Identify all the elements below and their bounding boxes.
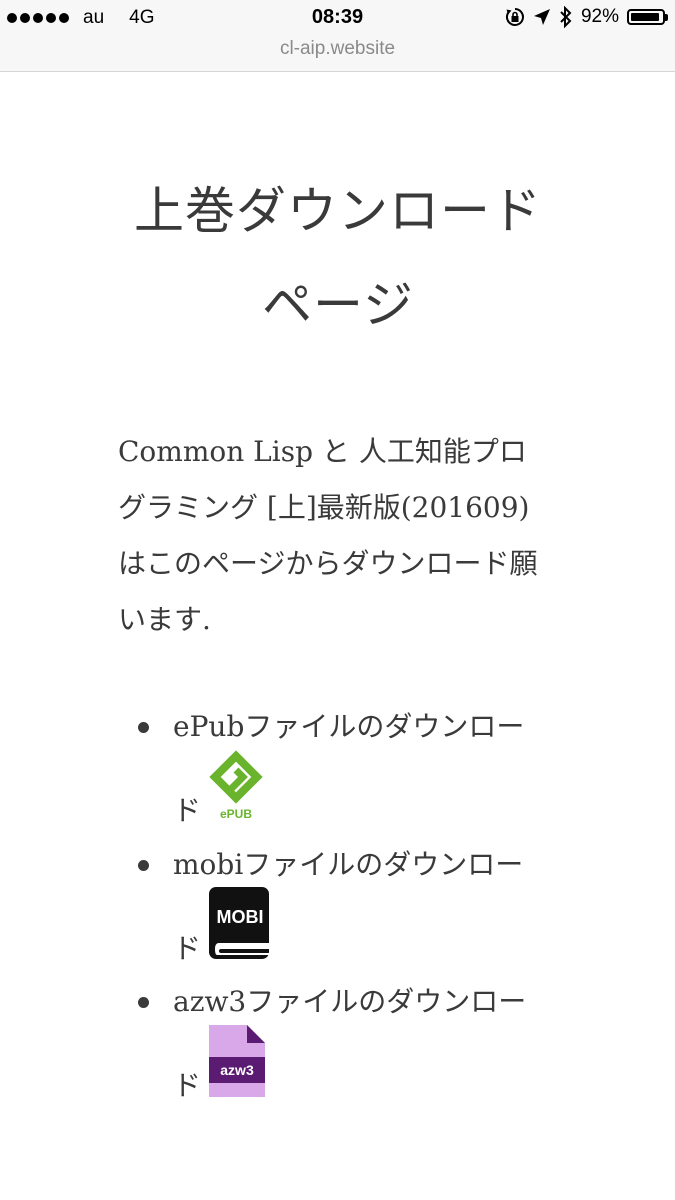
download-label-epub[interactable]: ePubファイルのダウンロー — [173, 710, 548, 744]
battery-fill — [631, 13, 659, 21]
bullet — [138, 859, 149, 871]
download-list: ePubファイルのダウンロー ド ePUB mobiファイルのダウンロー ド M… — [118, 710, 558, 1102]
status-right: 92% — [505, 6, 668, 28]
page-title: 上巻ダウンロード ページ — [98, 164, 578, 352]
epub-icon[interactable]: ePUB — [209, 748, 263, 824]
download-label-azw3[interactable]: azw3ファイルのダウンロー — [173, 985, 548, 1019]
rotation-lock-icon — [505, 8, 524, 26]
location-arrow-icon — [533, 9, 550, 25]
intro-paragraph: Common Lisp と 人工知能プロ グラミング [上]最新版(201609… — [118, 424, 558, 648]
battery-percentage: 92% — [580, 6, 619, 27]
download-label-mobi-suffix[interactable]: ド — [173, 932, 201, 966]
url-bar[interactable]: cl-aip.website — [0, 36, 675, 72]
azw3-icon[interactable]: azw3 — [205, 1023, 271, 1099]
intro-line2: グラミング [上]最新版(201609) — [118, 491, 530, 524]
download-label-epub-suffix[interactable]: ド — [173, 794, 201, 828]
download-item-epub: ePubファイルのダウンロー ド ePUB — [118, 710, 548, 827]
mobi-icon-text: MOBI — [217, 907, 264, 927]
download-item-mobi: mobiファイルのダウンロー ド MOBI — [118, 848, 548, 965]
azw3-icon-text: azw3 — [220, 1062, 254, 1078]
bullet — [138, 997, 149, 1009]
download-label-azw3-suffix[interactable]: ド — [173, 1069, 201, 1103]
download-item-azw3: azw3ファイルのダウンロー ド azw3 — [118, 985, 548, 1102]
intro-line3: はこのページからダウンロード願 — [118, 547, 538, 580]
bluetooth-icon — [560, 6, 572, 28]
page-title-line1: 上巻ダウンロード — [134, 182, 542, 240]
url-text[interactable]: cl-aip.website — [280, 38, 395, 59]
mobi-icon[interactable]: MOBI — [207, 885, 271, 961]
bullet — [138, 722, 149, 733]
intro-line1: Common Lisp と 人工知能プロ — [118, 435, 527, 468]
intro-line4: います. — [118, 603, 211, 636]
page-title-line2: ページ — [262, 276, 414, 334]
battery-icon — [627, 9, 668, 25]
status-bar: au 4G 08:39 92% — [0, 0, 675, 36]
epub-icon-text: ePUB — [220, 807, 252, 821]
download-label-mobi[interactable]: mobiファイルのダウンロー — [173, 848, 548, 882]
page-content: 上巻ダウンロード ページ Common Lisp と 人工知能プロ グラミング … — [118, 72, 558, 1123]
